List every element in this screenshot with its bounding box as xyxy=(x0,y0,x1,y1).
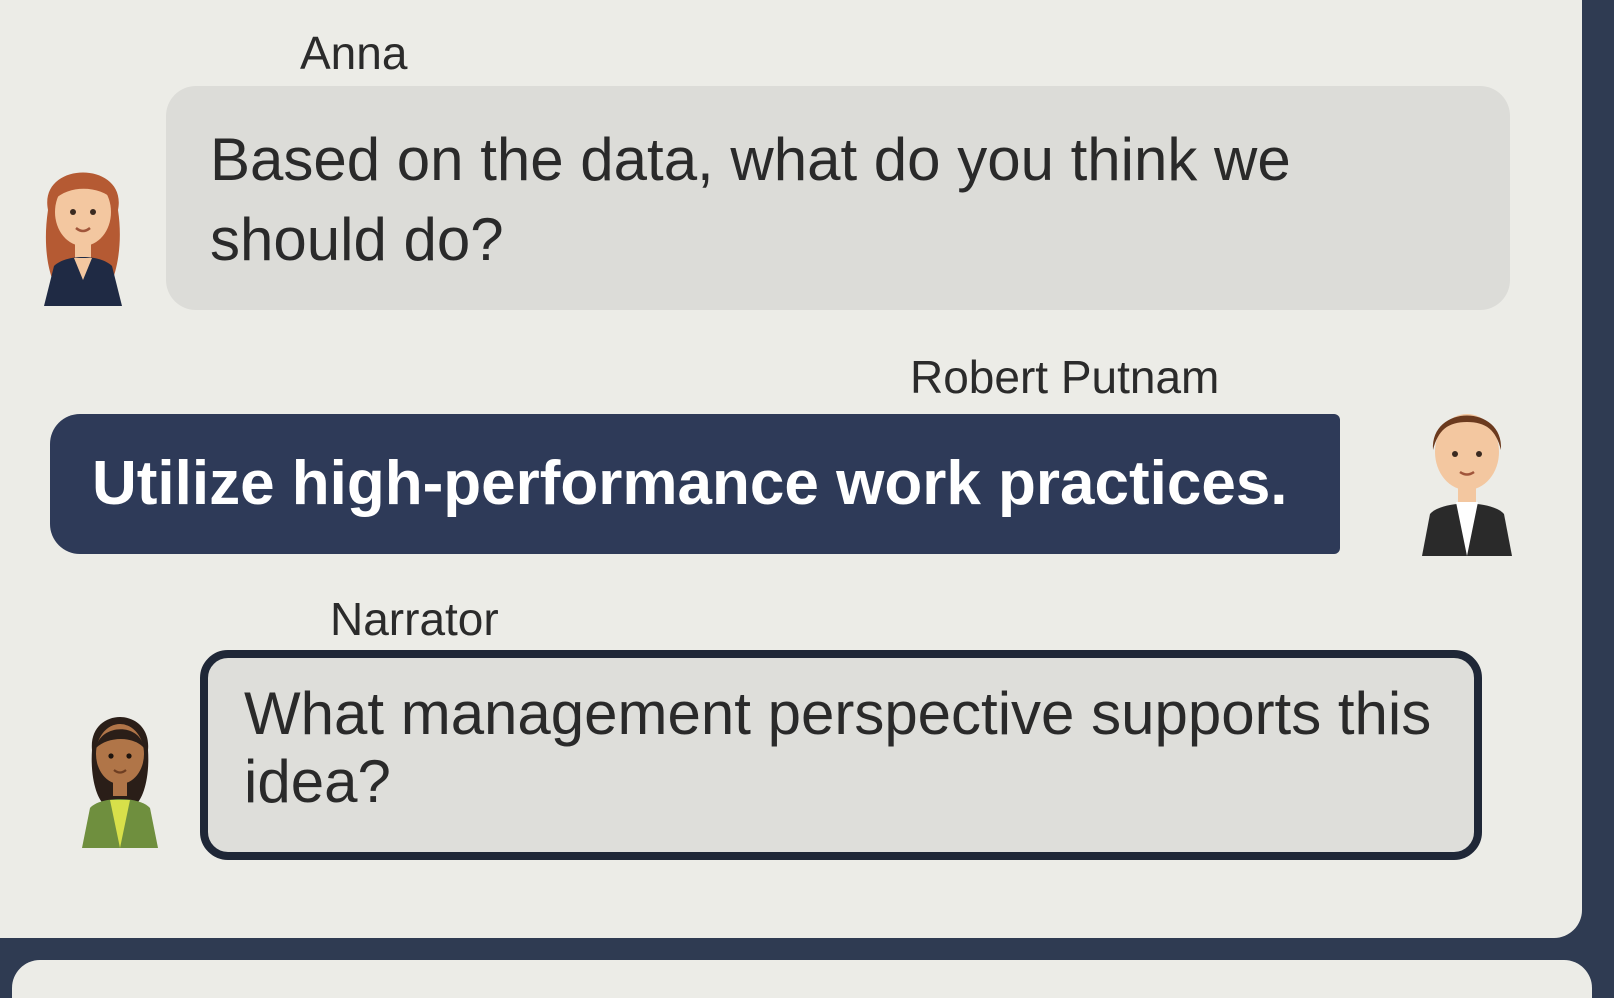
chat-panel: Anna Based on the data, what do you thin… xyxy=(0,0,1582,938)
speaker-name-robert-putnam: Robert Putnam xyxy=(910,351,1220,403)
narrator-message-bubble: What management perspective supports thi… xyxy=(200,650,1482,860)
robert-message-bubble: Utilize high-performance work practices. xyxy=(50,414,1340,554)
speaker-name-anna: Anna xyxy=(300,27,408,79)
robert-avatar-icon xyxy=(1418,392,1516,556)
next-panel xyxy=(12,960,1592,998)
narrator-avatar-icon xyxy=(78,700,162,848)
narrator-message-text: What management perspective supports thi… xyxy=(244,680,1432,815)
anna-message-bubble: Based on the data, what do you think we … xyxy=(166,86,1510,310)
anna-message-text: Based on the data, what do you think we … xyxy=(210,126,1291,273)
robert-message-text: Utilize high-performance work practices. xyxy=(92,449,1288,518)
speaker-name-narrator: Narrator xyxy=(330,593,499,645)
anna-avatar-icon xyxy=(30,140,136,306)
screen: Anna Based on the data, what do you thin… xyxy=(0,0,1614,998)
